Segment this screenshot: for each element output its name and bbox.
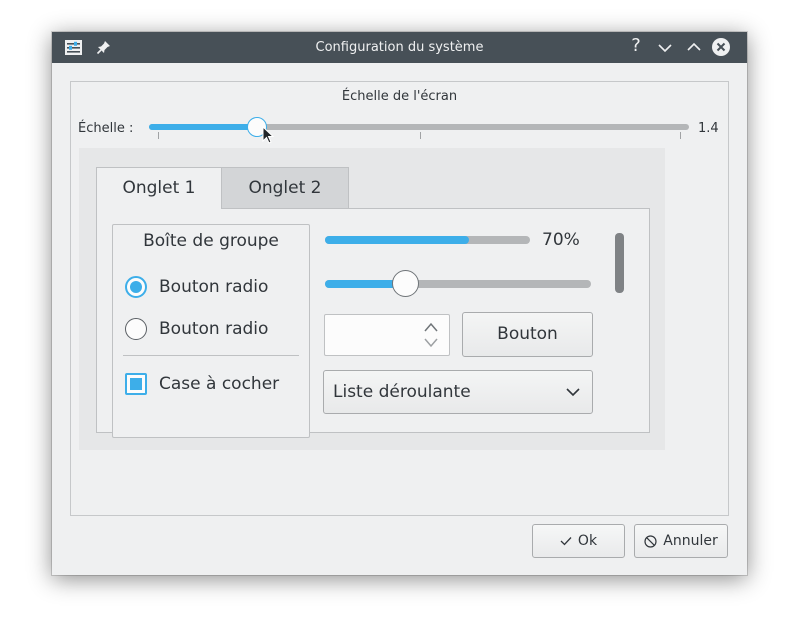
checkbox-checked-icon [125,373,147,395]
progress-bar [325,236,530,244]
scale-tick [680,132,681,139]
checkbox-label: Case à cocher [159,374,280,394]
combo-box[interactable]: Liste déroulante [323,370,593,414]
group-box: Boîte de groupe Bouton radio Bouton radi… [112,224,310,438]
slider-handle[interactable] [391,270,419,297]
slider-track[interactable] [325,280,591,288]
spin-arrows-icon[interactable] [423,321,439,349]
tab-onglet-1[interactable]: Onglet 1 [96,167,222,209]
title-bar[interactable]: Configuration du système ? [52,32,747,63]
scale-tick [158,132,159,139]
scale-heading: Échelle de l'écran [341,89,458,104]
scale-slider-track[interactable] [149,124,689,130]
group-box-title: Boîte de groupe [143,231,279,251]
group-box-separator [123,355,299,356]
radio-label: Bouton radio [159,277,269,297]
combo-selected-text: Liste déroulante [333,382,471,402]
ok-label: Ok [577,533,598,549]
scale-slider-fill [149,124,257,130]
radio-label: Bouton radio [159,319,269,339]
mouse-cursor-icon [262,126,274,144]
radio-unchecked-icon [125,318,147,340]
check-icon [560,537,572,546]
scale-value: 1.4 [698,121,719,136]
radio-checked-icon [125,276,147,298]
scale-label: Échelle : [78,121,134,136]
progress-text: 70% [542,230,580,250]
vertical-scrollbar[interactable] [615,233,624,293]
cancel-button[interactable]: Annuler [634,524,728,558]
cancel-icon [644,534,657,548]
ok-button[interactable]: Ok [532,524,625,558]
tab-onglet-2[interactable]: Onglet 2 [222,167,349,209]
spin-box[interactable] [324,314,450,356]
chevron-down-icon [566,388,580,397]
cancel-label: Annuler [663,533,718,549]
progress-bar-fill [325,236,469,244]
minimize-icon[interactable] [655,37,675,57]
push-button[interactable]: Bouton [462,312,593,357]
help-button[interactable]: ? [626,36,646,56]
maximize-icon[interactable] [684,37,704,57]
close-icon[interactable] [711,37,731,57]
scale-tick [420,132,421,139]
